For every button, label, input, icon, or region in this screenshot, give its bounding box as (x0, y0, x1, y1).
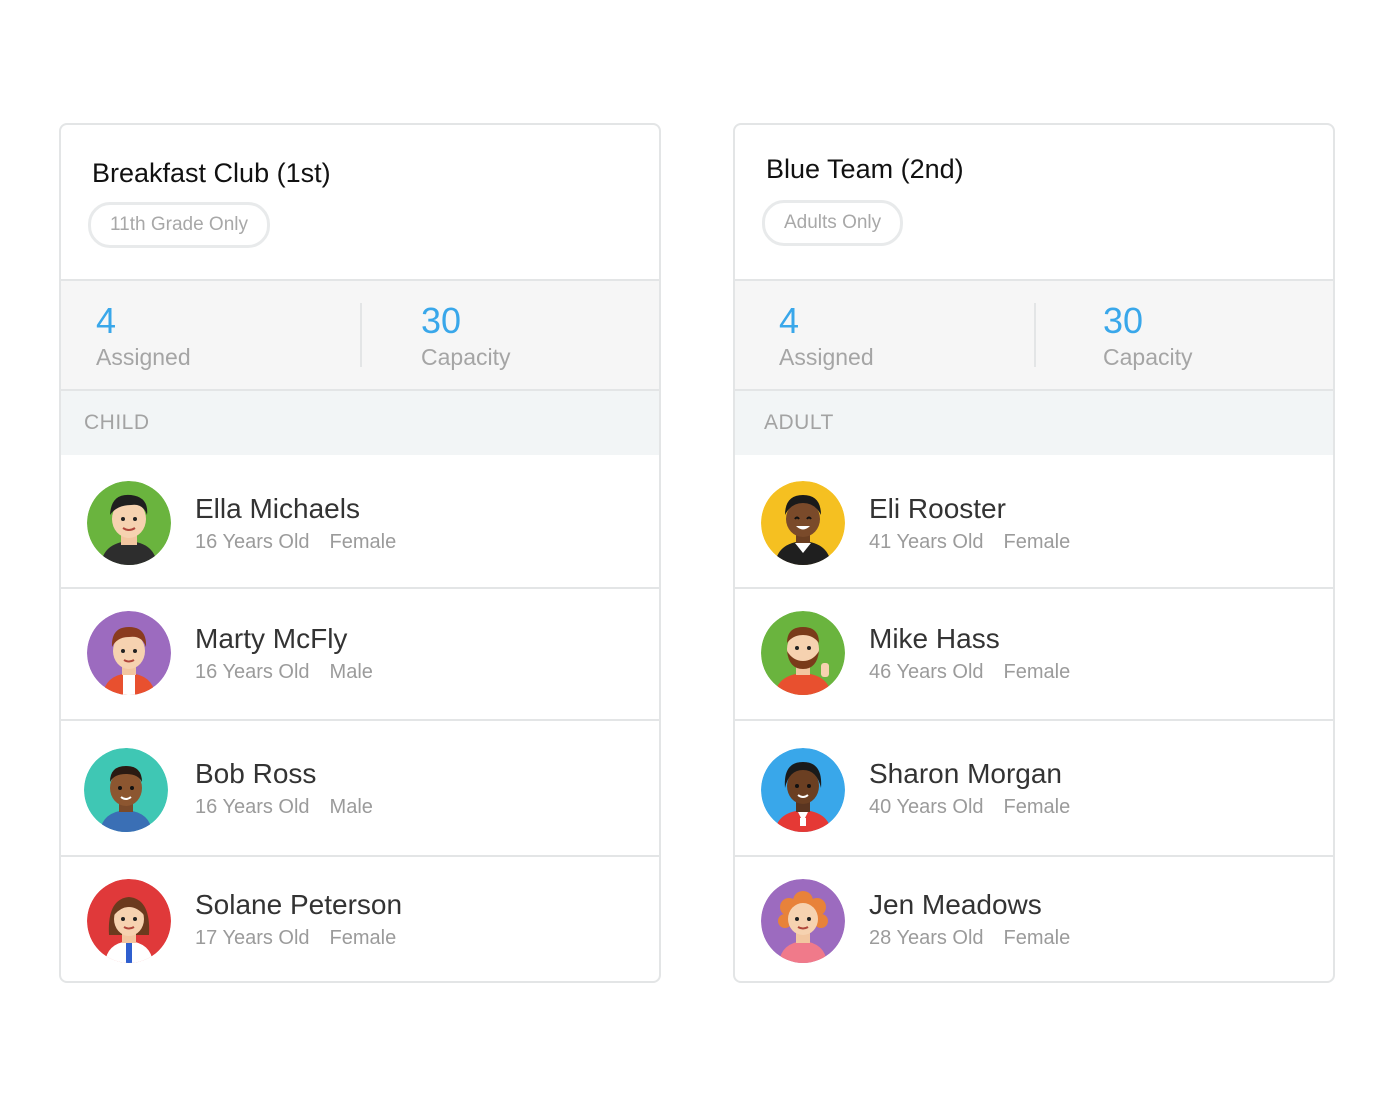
group-restriction-tag: 11th Grade Only (88, 202, 271, 248)
member-row-mike-hass[interactable]: Mike Hass 46 Years Old Female (735, 587, 1333, 719)
member-age: 46 Years Old (869, 661, 984, 683)
member-row-ella-michaels[interactable]: Ella Michaels 16 Years Old Female (61, 455, 659, 587)
stats-divider (1034, 303, 1036, 367)
member-age: 41 Years Old (869, 531, 984, 553)
avatar (87, 879, 171, 963)
avatar-illustration-icon (84, 748, 168, 832)
member-gender: Male (329, 661, 373, 683)
assigned-label: Assigned (779, 344, 874, 370)
member-name: Solane Peterson (195, 889, 403, 920)
capacity-label: Capacity (1103, 344, 1193, 370)
member-gender: Female (329, 927, 397, 949)
avatar-illustration-icon (761, 748, 845, 832)
group-card-blue-team: Blue Team (2nd) Adults Only 4 Assigned 3… (733, 123, 1335, 983)
capacity-count: 30 (1103, 300, 1144, 341)
avatar-illustration-icon (761, 611, 845, 695)
member-name: Ella Michaels (195, 493, 360, 524)
member-gender: Female (1003, 796, 1071, 818)
avatar (87, 611, 171, 695)
avatar (761, 748, 845, 832)
member-meta: 40 Years Old Female (869, 796, 1070, 819)
member-name: Jen Meadows (869, 889, 1042, 920)
member-row-sharon-morgan[interactable]: Sharon Morgan 40 Years Old Female (735, 719, 1333, 855)
capacity-label: Capacity (421, 344, 511, 370)
member-row-eli-rooster[interactable]: Eli Rooster 41 Years Old Female (735, 455, 1333, 587)
member-age: 16 Years Old (195, 796, 310, 818)
section-header-child: CHILD (61, 391, 659, 455)
member-meta: 28 Years Old Female (869, 927, 1070, 950)
avatar-illustration-icon (87, 481, 171, 565)
assigned-count: 4 (96, 300, 117, 341)
member-row-solane-peterson[interactable]: Solane Peterson 17 Years Old Female (61, 855, 659, 981)
member-meta: 41 Years Old Female (869, 531, 1070, 554)
member-meta: 16 Years Old Female (195, 531, 396, 554)
member-meta: 16 Years Old Male (195, 796, 373, 819)
avatar (761, 481, 845, 565)
member-gender: Female (329, 531, 397, 553)
group-title: Blue Team (2nd) (766, 154, 964, 184)
group-card-breakfast-club: Breakfast Club (1st) 11th Grade Only 4 A… (59, 123, 661, 983)
card-header: Blue Team (2nd) Adults Only (735, 125, 1333, 281)
member-age: 17 Years Old (195, 927, 310, 949)
group-stats: 4 Assigned 30 Capacity (61, 281, 659, 391)
member-row-bob-ross[interactable]: Bob Ross 16 Years Old Male (61, 719, 659, 855)
member-gender: Female (1003, 531, 1071, 553)
avatar (84, 748, 168, 832)
assigned-count: 4 (779, 300, 800, 341)
member-age: 16 Years Old (195, 661, 310, 683)
capacity-count: 30 (421, 300, 462, 341)
member-row-marty-mcfly[interactable]: Marty McFly 16 Years Old Male (61, 587, 659, 719)
member-meta: 17 Years Old Female (195, 927, 396, 950)
group-restriction-tag: Adults Only (762, 200, 904, 246)
member-meta: 46 Years Old Female (869, 661, 1070, 684)
member-name: Mike Hass (869, 623, 1000, 654)
member-age: 28 Years Old (869, 927, 984, 949)
avatar-illustration-icon (87, 879, 171, 963)
group-stats: 4 Assigned 30 Capacity (735, 281, 1333, 391)
avatar (761, 611, 845, 695)
member-gender: Female (1003, 927, 1071, 949)
member-gender: Male (329, 796, 373, 818)
avatar-illustration-icon (761, 481, 845, 565)
avatar-illustration-icon (87, 611, 171, 695)
section-header-adult: ADULT (735, 391, 1333, 455)
member-name: Bob Ross (195, 758, 317, 789)
avatar (87, 481, 171, 565)
assigned-stat: 4 Assigned (779, 299, 874, 371)
avatar (761, 879, 845, 963)
member-name: Eli Rooster (869, 493, 1006, 524)
member-name: Marty McFly (195, 623, 348, 654)
avatar-illustration-icon (761, 879, 845, 963)
member-meta: 16 Years Old Male (195, 661, 373, 684)
assigned-stat: 4 Assigned (96, 299, 191, 371)
assigned-label: Assigned (96, 344, 191, 370)
member-age: 40 Years Old (869, 796, 984, 818)
group-title: Breakfast Club (1st) (92, 158, 331, 188)
member-name: Sharon Morgan (869, 758, 1063, 789)
member-row-jen-meadows[interactable]: Jen Meadows 28 Years Old Female (735, 855, 1333, 981)
member-age: 16 Years Old (195, 531, 310, 553)
capacity-stat: 30 Capacity (421, 299, 510, 371)
capacity-stat: 30 Capacity (1103, 299, 1192, 371)
member-gender: Female (1003, 661, 1071, 683)
stats-divider (360, 303, 362, 367)
card-header: Breakfast Club (1st) 11th Grade Only (61, 125, 659, 281)
